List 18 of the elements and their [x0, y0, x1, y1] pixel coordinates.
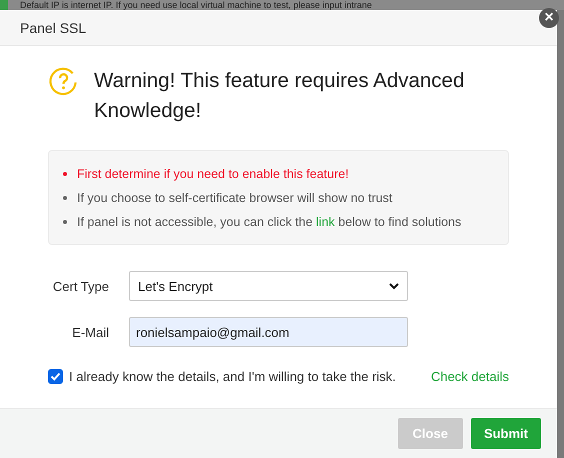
notice-text: If panel is not accessible, you can click the link below to find solutions [77, 214, 462, 231]
field-label: E-Mail [71, 324, 109, 340]
tag-edge [0, 0, 8, 10]
submit-button[interactable]: Submit [470, 418, 541, 449]
cert-type-dropdown[interactable]: Let's Encrypt [129, 271, 408, 301]
dialog-title: Panel SSL [20, 20, 86, 36]
question-icon [48, 66, 79, 97]
warning-heading: Warning! This feature requires Advanced Knowledge! [94, 68, 466, 124]
checkbox-label: I already know the details, and I'm willing to take the risk. [69, 369, 396, 384]
chevron-down-icon [389, 281, 399, 291]
notice-text: If you choose to self-certificate browser will show no trust [77, 190, 392, 207]
checkbox[interactable] [48, 369, 63, 384]
check-details-link[interactable]: Check details [430, 369, 509, 384]
background-text: Default IP is internet IP. If you need use local virtual machine to test, please input intrane [20, 0, 372, 10]
email-field[interactable]: ronielsampaio@gmail.com [129, 317, 408, 347]
link[interactable]: link [316, 215, 335, 229]
field-label: Cert Type [52, 278, 109, 294]
notice-text: First determine if you need to enable this feature! [77, 166, 349, 183]
